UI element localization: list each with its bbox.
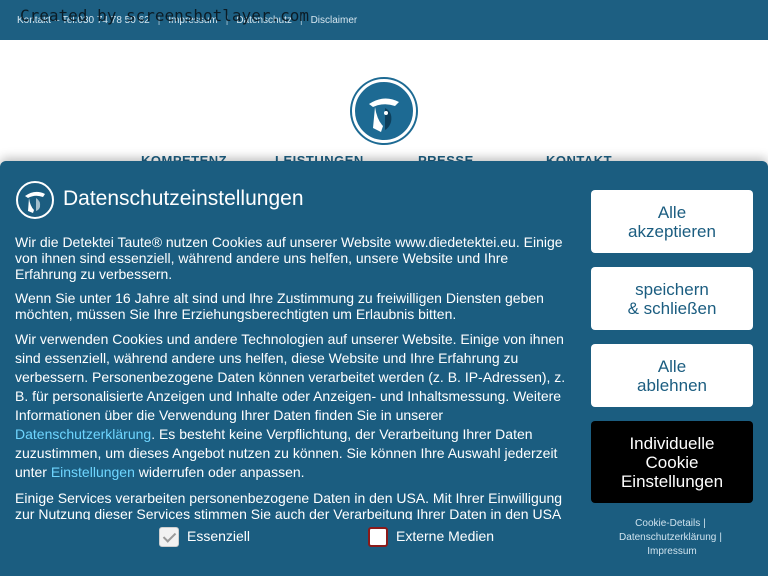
separator: | [703,518,706,529]
button-label-line: Alle [657,356,687,376]
consent-logo [16,181,54,219]
button-label-line: Einstellungen [620,471,724,491]
essential-checkbox[interactable] [159,527,179,547]
accept-all-button[interactable]: Alle akzeptieren [591,190,753,253]
consent-dialog: Datenschutzeinstellungen Wir die Detekte… [0,161,768,576]
button-label-line: & schließen [627,298,717,318]
consent-title: Datenschutzeinstellungen [63,187,304,210]
reject-all-button[interactable]: Alle ablehnen [591,344,753,407]
privacy-statement-link[interactable]: Datenschutzerklärung [619,532,716,543]
consent-text: Wir die Detektei Taute® nutzen Cookies a… [15,234,567,520]
text-segment: widerrufen oder anpassen. [134,464,305,480]
settings-link[interactable]: Einstellungen [51,464,135,480]
cookie-details-link[interactable]: Cookie-Details [635,518,700,529]
individual-cookie-settings-button[interactable]: Individuelle Cookie Einstellungen [591,421,753,503]
consent-footer-links: Cookie-Details | Datenschutzerklärung | Im… [591,517,753,559]
external-media-checkbox[interactable] [368,527,388,547]
watermark: Created by screenshotlayer.com [20,6,309,25]
consent-paragraph: Wenn Sie unter 16 Jahre alt sind und Ihr… [15,290,544,322]
site-logo[interactable] [352,79,416,143]
button-label-line: speichern [635,279,709,299]
privacy-policy-link[interactable]: Datenschutzerklärung [15,426,151,442]
detective-logo-icon [25,191,45,213]
text-segment: Wir verwenden Cookies und andere Technol… [15,331,566,423]
save-and-close-button[interactable]: speichern & schließen [591,267,753,330]
imprint-link[interactable]: Impressum [647,546,696,557]
separator: | [719,532,722,543]
button-label-line: ablehnen [637,375,707,395]
essential-checkbox-label[interactable]: Essenziell [187,528,250,544]
button-label-line: Cookie [645,452,699,472]
button-label-line: akzeptieren [628,221,716,241]
detective-logo-icon [369,98,399,132]
disclaimer-link[interactable]: Disclaimer [311,15,358,26]
top-bar: Kontakt – Tel.030 74 78 50 62 | Impressu… [0,0,768,40]
consent-paragraph: Einige Services verarbeiten personenbezo… [15,490,563,520]
button-label-line: Alle [657,202,687,222]
external-media-checkbox-label[interactable]: Externe Medien [396,528,494,544]
button-label-line: Individuelle [629,433,715,453]
consent-paragraph: Wir die Detektei Taute® nutzen Cookies a… [15,234,563,282]
consent-paragraph: Wir verwenden Cookies und andere Technol… [15,330,567,482]
